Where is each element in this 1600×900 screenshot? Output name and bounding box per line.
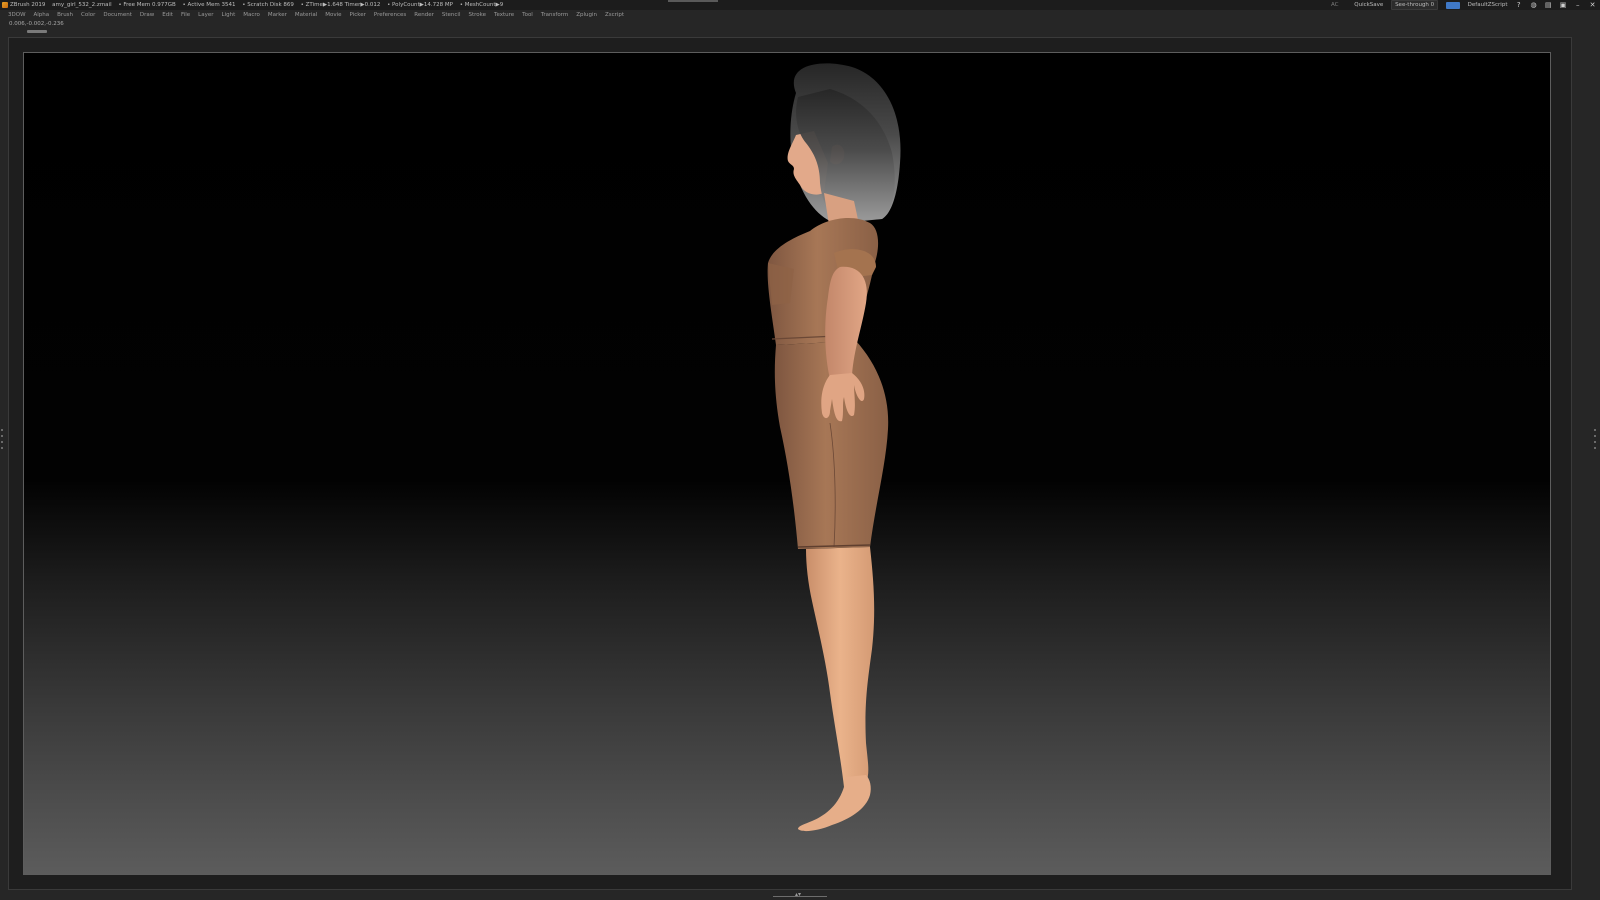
menu-material[interactable]: Material	[295, 10, 317, 20]
zbrush-window: ZBrush 2019 amy_girl_532_2.zmail • Free …	[0, 0, 1600, 900]
meshcount-readout: • MeshCount▶9	[459, 2, 504, 8]
menu-marker[interactable]: Marker	[268, 10, 287, 20]
layout-icon[interactable]: ▤	[1545, 1, 1552, 9]
coordinates-readout: 0.006,-0.002,-0.236	[9, 21, 64, 27]
menu-texture[interactable]: Texture	[494, 10, 514, 20]
ac-button[interactable]: AC	[1331, 0, 1339, 10]
zbrush-logo-icon	[2, 1, 8, 8]
seethrough-slider[interactable]: See-through 0	[1391, 0, 1439, 10]
menu-stroke[interactable]: Stroke	[468, 10, 486, 20]
menu-color[interactable]: Color	[81, 10, 95, 20]
active-mem-readout: • Active Mem 3541	[182, 2, 236, 8]
menu-stencil[interactable]: Stencil	[442, 10, 461, 20]
title-info: ZBrush 2019 amy_girl_532_2.zmail • Free …	[2, 0, 508, 10]
menu-layer[interactable]: Layer	[198, 10, 213, 20]
menu-render[interactable]: Render	[414, 10, 434, 20]
lock-icon[interactable]: ▣	[1560, 1, 1567, 9]
left-tray-handle[interactable]	[1, 425, 4, 473]
menu-draw[interactable]: Draw	[140, 10, 154, 20]
palette-icon[interactable]: ◍	[1530, 1, 1537, 9]
menu-movie[interactable]: Movie	[325, 10, 341, 20]
shelf-handle[interactable]	[27, 30, 47, 33]
menu-macro[interactable]: Macro	[243, 10, 260, 20]
minimize-icon[interactable]: –	[1574, 1, 1581, 9]
menu-3dow[interactable]: 3DOW	[8, 10, 26, 20]
help-icon[interactable]: ?	[1515, 1, 1522, 9]
file-name: amy_girl_532_2.zmail	[52, 2, 112, 8]
document-canvas[interactable]	[23, 52, 1551, 875]
title-bar: ZBrush 2019 amy_girl_532_2.zmail • Free …	[0, 0, 1600, 10]
title-controls: AC QuickSave See-through 0 DefaultZScrip…	[1325, 0, 1596, 11]
menu-brush[interactable]: Brush	[57, 10, 73, 20]
menu-document[interactable]: Document	[103, 10, 132, 20]
polycount-readout: • PolyCount▶14.728 MP	[387, 2, 453, 8]
menu-alpha[interactable]: Alpha	[34, 10, 50, 20]
3d-model-viewport[interactable]	[24, 53, 1551, 875]
ztime-readout: • ZTime▶1.648 Timer▶0.012	[300, 2, 381, 8]
scratch-disk-readout: • Scratch Disk 869	[242, 2, 294, 8]
leg	[798, 547, 875, 832]
canvas-frame	[8, 37, 1572, 890]
menu-tool[interactable]: Tool	[522, 10, 533, 20]
menu-bar: 3DOW Alpha Brush Color Document Draw Edit File L…	[0, 10, 1600, 20]
seethrough-label: See-through 0	[1395, 2, 1435, 8]
right-tray-handle[interactable]	[1594, 425, 1597, 473]
menu-edit[interactable]: Edit	[162, 10, 173, 20]
close-icon[interactable]: ✕	[1589, 1, 1596, 9]
menu-picker[interactable]: Picker	[350, 10, 366, 20]
bottom-tray-handle[interactable]: ▴▾	[773, 891, 827, 899]
menu-file[interactable]: File	[181, 10, 190, 20]
menu-zplugin[interactable]: Zplugin	[576, 10, 597, 20]
menu-light[interactable]: Light	[222, 10, 236, 20]
menus-toggle-button[interactable]	[1445, 1, 1460, 9]
menu-preferences[interactable]: Preferences	[374, 10, 406, 20]
app-title: ZBrush 2019	[2, 1, 45, 8]
default-zscript-button[interactable]: DefaultZScript	[1468, 0, 1508, 10]
title-center-tab[interactable]	[668, 0, 718, 2]
chevron-up-icon: ▴▾	[795, 891, 802, 898]
menu-zscript[interactable]: Zscript	[605, 10, 624, 20]
quicksave-button[interactable]: QuickSave	[1354, 0, 1383, 10]
menu-transform[interactable]: Transform	[541, 10, 568, 20]
foot	[798, 775, 871, 832]
free-mem-readout: • Free Mem 0.977GB	[118, 2, 176, 8]
